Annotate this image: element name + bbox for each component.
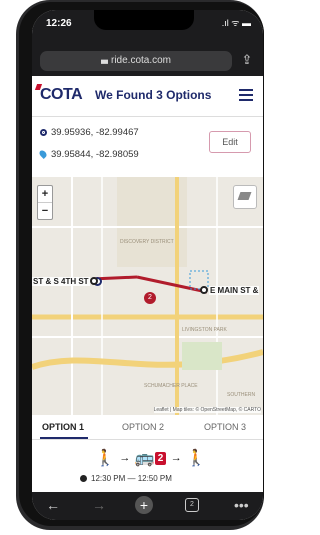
phone-frame: 12:26 .ıl ᯤ ▬ ride.cota.com ⇪ COTA We Fo… <box>16 0 264 530</box>
status-time: 12:26 <box>46 18 72 29</box>
back-icon[interactable]: ← <box>46 497 60 513</box>
tab-option-3[interactable]: OPTION 3 <box>204 422 246 432</box>
browser-toolbar: ← → + 2 ••• <box>32 492 263 520</box>
layers-button[interactable] <box>233 185 257 209</box>
route-badge: 2 <box>154 451 167 465</box>
origin-row: 39.95936, -82.99467 <box>40 127 139 138</box>
trip-option-card[interactable]: 🚶 → 🚌 2 → 🚶 12:30 PM — 12:50 PM <box>32 440 263 492</box>
map-label: SCHUMACHER PLACE <box>144 383 198 389</box>
location-pin-icon <box>38 149 48 160</box>
trip-legs: 🚶 → 🚌 2 → 🚶 <box>95 448 206 468</box>
page-title: We Found 3 Options <box>95 88 212 102</box>
zoom-out-button[interactable]: − <box>38 203 52 219</box>
map-label: SOUTHERN <box>227 392 256 398</box>
bus-icon: 🚌 <box>134 450 155 467</box>
walk-icon: 🚶 <box>186 450 207 467</box>
zoom-in-button[interactable]: + <box>38 186 52 203</box>
map-label: DISCOVERY DISTRICT <box>120 239 174 245</box>
origin-coordinates: 39.95936, -82.99467 <box>51 127 139 138</box>
route-map[interactable]: DISCOVERY DISTRICT LIVINGSTON PARK SCHUM… <box>32 177 263 415</box>
tab-option-1[interactable]: OPTION 1 <box>42 422 84 432</box>
forward-icon[interactable]: → <box>92 497 106 513</box>
more-icon[interactable]: ••• <box>234 497 249 513</box>
map-attribution[interactable]: Leaflet | Map tiles: © OpenStreetMap, © … <box>153 407 261 413</box>
time-range: 12:30 PM — 12:50 PM <box>91 474 172 483</box>
layers-icon <box>237 192 252 200</box>
lock-icon <box>100 59 108 64</box>
tab-option-2[interactable]: OPTION 2 <box>122 422 164 432</box>
hamburger-menu-icon[interactable] <box>239 89 253 104</box>
map-label: LIVINGSTON PARK <box>182 327 227 333</box>
end-stop-label: E MAIN ST & <box>209 286 260 295</box>
active-tab-indicator <box>40 437 88 439</box>
destination-coordinates: 39.95844, -82.98059 <box>51 149 139 160</box>
address-bar: ride.cota.com ⇪ <box>32 46 263 76</box>
arrow-right-icon: → <box>170 452 182 464</box>
app-header: COTA We Found 3 Options <box>32 76 263 117</box>
option-tabs: OPTION 1 OPTION 2 OPTION 3 <box>32 415 263 440</box>
end-stop-marker-icon[interactable] <box>200 286 208 294</box>
walk-icon: 🚶 <box>95 450 115 467</box>
url-field[interactable]: ride.cota.com <box>40 51 232 71</box>
status-icons: .ıl ᯤ ▬ <box>221 18 251 28</box>
start-stop-marker-icon[interactable] <box>90 277 98 285</box>
start-stop-label: ST & S 4TH ST <box>32 277 90 286</box>
clock-icon <box>80 475 87 483</box>
origin-icon <box>40 128 47 136</box>
trip-locations: 39.95936, -82.99467 39.95844, -82.98059 … <box>32 117 263 178</box>
share-icon[interactable]: ⇪ <box>241 52 253 68</box>
new-tab-button[interactable]: + <box>135 496 153 514</box>
destination-row: 39.95844, -82.98059 <box>38 149 139 160</box>
tab-switcher-button[interactable]: 2 <box>185 498 199 512</box>
route-number-marker[interactable]: 2 <box>144 292 156 304</box>
status-bar: 12:26 .ıl ᯤ ▬ <box>32 10 263 46</box>
zoom-control: + − <box>37 185 53 220</box>
notch <box>94 10 194 30</box>
trip-time: 12:30 PM — 12:50 PM <box>80 474 172 483</box>
edit-button[interactable]: Edit <box>209 131 251 153</box>
arrow-right-icon: → <box>119 452 131 464</box>
phone-bezel: 12:26 .ıl ᯤ ▬ ride.cota.com ⇪ COTA We Fo… <box>19 2 264 526</box>
url-text: ride.cota.com <box>110 55 172 66</box>
cota-logo[interactable]: COTA <box>34 84 83 104</box>
screen: 12:26 .ıl ᯤ ▬ ride.cota.com ⇪ COTA We Fo… <box>32 10 263 520</box>
